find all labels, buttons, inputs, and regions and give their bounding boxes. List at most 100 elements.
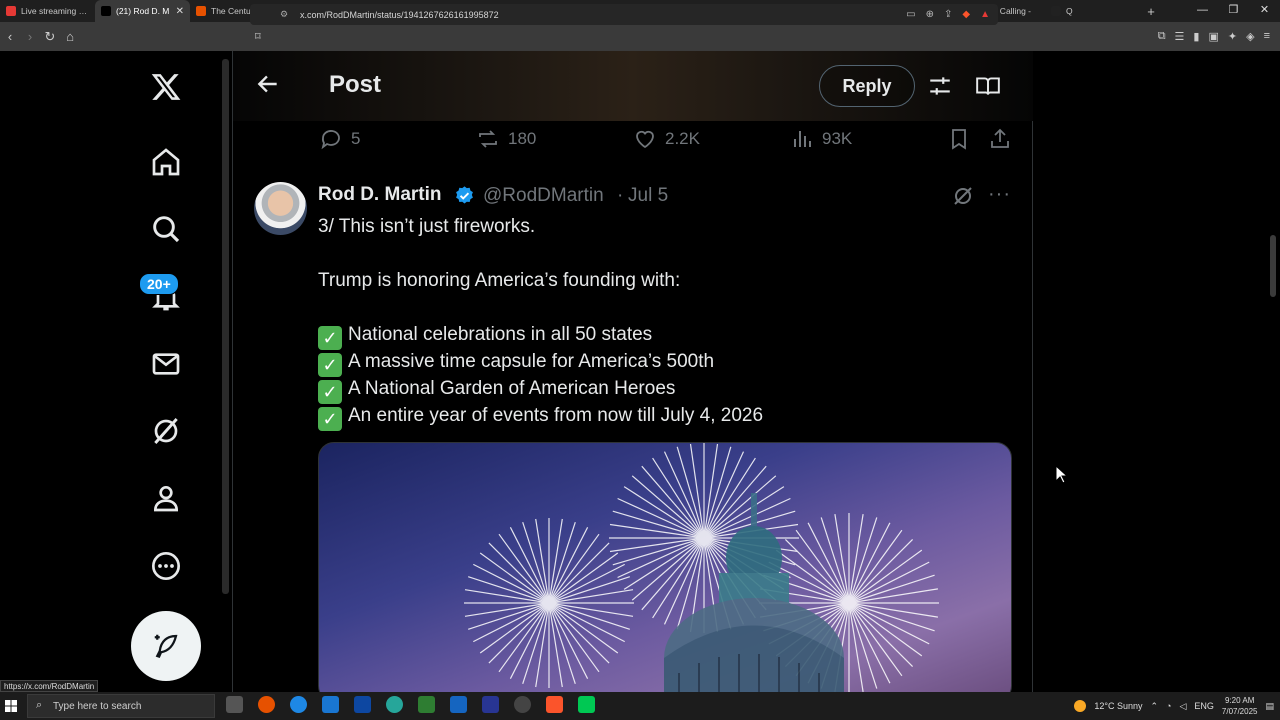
- check-mark-icon: ✓: [318, 326, 342, 350]
- edge-app-icon[interactable]: [290, 696, 307, 713]
- bookmark-post-icon[interactable]: [947, 127, 971, 151]
- task-view-icon[interactable]: [226, 696, 243, 713]
- repost-count: 180: [508, 129, 537, 148]
- menu-icon[interactable]: ≡: [1264, 30, 1270, 43]
- list-item: ✓ A massive time capsule for America’s 50…: [318, 348, 763, 377]
- home-nav-icon[interactable]: [148, 144, 184, 180]
- url-field[interactable]: ⚙ x.com/RodDMartin/status/19412676261619…: [250, 4, 998, 25]
- browser-tab[interactable]: Live streaming - Y: [0, 0, 95, 22]
- chrome-app-icon[interactable]: [258, 696, 275, 713]
- x-logo-icon[interactable]: [148, 69, 184, 105]
- reader-book-icon[interactable]: [975, 73, 1001, 99]
- list-item: ✓ A National Garden of American Heroes: [318, 375, 763, 404]
- vpn-icon[interactable]: ◈: [1246, 30, 1254, 43]
- user-handle[interactable]: @RodDMartin: [483, 185, 604, 207]
- new-tab-button[interactable]: +: [1140, 4, 1162, 19]
- leo-icon[interactable]: ✦: [1228, 30, 1237, 43]
- brave-shield-icon[interactable]: ◆: [962, 9, 970, 20]
- home-icon[interactable]: ⌂: [60, 29, 80, 44]
- views-chart-icon: [794, 131, 811, 147]
- page-scrollbar[interactable]: [1270, 235, 1276, 297]
- address-bar: ‹ › ↻ ⌂: [0, 22, 1280, 51]
- reply-action[interactable]: 5: [319, 127, 360, 151]
- outlook-app-icon[interactable]: [354, 696, 371, 713]
- volume-icon[interactable]: ◁: [1179, 701, 1186, 712]
- pinned-apps: [226, 696, 595, 713]
- tweet-image-fireworks-capitol[interactable]: [318, 442, 1012, 692]
- word-app-icon[interactable]: [482, 696, 499, 713]
- clock-time: 9:20 AM: [1225, 696, 1255, 705]
- forward-nav-icon[interactable]: ›: [20, 29, 40, 44]
- x-app: 20+ Post Reply 5 180 2.2K 93K Rod D. Mar…: [0, 51, 1280, 692]
- notification-center-icon[interactable]: ▤: [1265, 701, 1274, 712]
- wallet-icon[interactable]: ▣: [1208, 30, 1218, 43]
- browser-tab[interactable]: Q: [1045, 0, 1140, 22]
- tray-chevron-icon[interactable]: ⌃: [1150, 701, 1158, 712]
- more-nav-icon[interactable]: [148, 548, 184, 584]
- browser-tab[interactable]: (21) Rod D. M ✕: [95, 0, 190, 22]
- extensions-icon[interactable]: ⧉: [1158, 30, 1166, 43]
- share-icon[interactable]: ⇪: [944, 9, 952, 20]
- back-arrow-icon[interactable]: [255, 71, 281, 97]
- tab-favicon-icon: [196, 6, 206, 16]
- restore-button[interactable]: ❐: [1218, 0, 1249, 22]
- avatar[interactable]: [254, 182, 307, 235]
- grok-explain-icon[interactable]: [951, 184, 975, 208]
- filter-sliders-icon[interactable]: [927, 73, 953, 99]
- grok-nav-icon[interactable]: [148, 413, 184, 449]
- repost-icon: [479, 130, 497, 148]
- post-actions: 5 180 2.2K 93K: [233, 121, 1033, 159]
- language-indicator[interactable]: ENG: [1194, 701, 1214, 711]
- fireworks-image: [464, 443, 939, 692]
- app-icon[interactable]: [514, 696, 531, 713]
- messages-nav-icon[interactable]: [148, 346, 184, 382]
- views-action[interactable]: 93K: [790, 127, 852, 151]
- tab-title: Live streaming - Y: [21, 6, 89, 16]
- zoom-icon[interactable]: ⊕: [926, 9, 934, 20]
- app-icon[interactable]: [386, 696, 403, 713]
- store-app-icon[interactable]: [322, 696, 339, 713]
- reload-icon[interactable]: ↻: [40, 29, 60, 45]
- site-info-icon[interactable]: ⚙: [280, 9, 288, 20]
- tweet-body: 3/ This isn’t just fireworks. Trump is h…: [318, 213, 763, 431]
- tab-title: Q: [1066, 6, 1073, 16]
- close-window-button[interactable]: ✕: [1249, 0, 1280, 22]
- repost-action[interactable]: 180: [476, 127, 536, 151]
- post-date[interactable]: Jul 5: [628, 185, 668, 207]
- compose-post-button[interactable]: [131, 611, 201, 681]
- display-name[interactable]: Rod D. Martin: [318, 184, 442, 206]
- excel-app-icon[interactable]: [418, 696, 435, 713]
- start-button[interactable]: [0, 692, 22, 720]
- clock[interactable]: 9:20 AM 7/07/2025: [1222, 695, 1258, 717]
- reply-icon: [321, 130, 340, 150]
- minimize-button[interactable]: —: [1187, 0, 1218, 22]
- brave-app-icon[interactable]: [546, 696, 563, 713]
- bookmark-icon[interactable]: ⌑: [255, 30, 261, 43]
- views-count: 93K: [822, 129, 853, 148]
- verified-badge-icon[interactable]: [454, 185, 475, 206]
- tab-favicon-icon: [6, 6, 16, 16]
- back-nav-icon[interactable]: ‹: [0, 29, 20, 44]
- share-post-icon[interactable]: [988, 127, 1012, 151]
- taskbar-search-input[interactable]: ⌕ Type here to search: [27, 694, 215, 718]
- app-icon[interactable]: [578, 696, 595, 713]
- network-icon[interactable]: ◔: [1166, 701, 1171, 711]
- close-tab-icon[interactable]: ✕: [176, 6, 184, 17]
- windows-logo-icon: [5, 700, 17, 712]
- tab-title: (21) Rod D. M: [116, 6, 170, 16]
- nav-scrollbar[interactable]: [222, 59, 229, 594]
- playlist-icon[interactable]: ☰: [1175, 30, 1185, 43]
- weather-text[interactable]: 12°C Sunny: [1094, 701, 1142, 711]
- profile-nav-icon[interactable]: [148, 480, 184, 516]
- reply-button[interactable]: Reply: [819, 65, 915, 107]
- search-nav-icon[interactable]: [148, 211, 184, 247]
- tab-favicon-icon: [101, 6, 111, 16]
- rewards-icon[interactable]: ▲: [980, 9, 990, 20]
- sidebar-icon[interactable]: ▮: [1193, 30, 1199, 43]
- mouse-cursor-icon: [1055, 465, 1069, 484]
- cast-icon[interactable]: ▭: [906, 9, 915, 20]
- tweet-line: Trump is honoring America’s founding wit…: [318, 270, 681, 291]
- more-options-icon[interactable]: ···: [988, 183, 1011, 206]
- app-icon[interactable]: [450, 696, 467, 713]
- like-action[interactable]: 2.2K: [633, 127, 700, 151]
